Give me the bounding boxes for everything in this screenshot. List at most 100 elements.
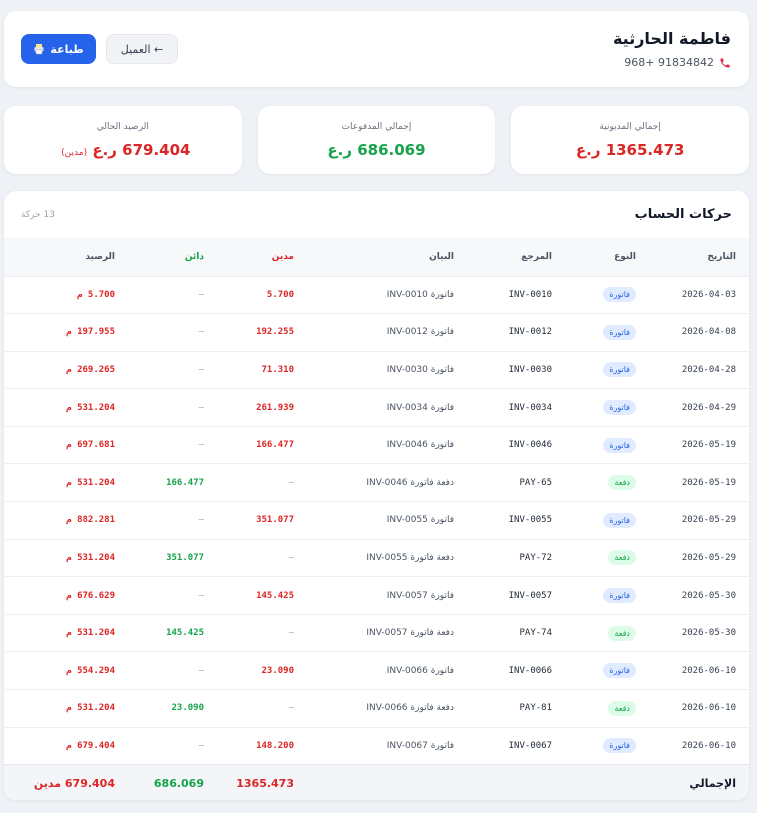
cell-credit: – (198, 327, 204, 338)
cell-type: فاتورة (560, 652, 644, 690)
payment-badge: دفعة (608, 550, 636, 566)
col-desc: البيان (429, 251, 454, 262)
cell-ref: PAY-74 (519, 628, 552, 639)
cell-type: فاتورة (560, 502, 644, 540)
cell-desc: فاتورة INV-0046 (386, 440, 454, 451)
cell-date: 2026-04-03 (681, 289, 736, 300)
stat-current-balance-label: الرصيد الحالي (96, 121, 149, 132)
stat-total-debt-value: 1365.473 ر.ع (575, 140, 685, 159)
cell-credit: 145.425 (166, 628, 204, 639)
cell-debit: 166.477 (256, 440, 294, 451)
phone-icon (719, 57, 731, 69)
cell-type: فاتورة (560, 314, 644, 352)
stat-total-debt-label: إجمالي المديونية (599, 121, 661, 132)
stat-total-debt: إجمالي المديونية 1365.473 ر.ع (511, 106, 749, 174)
cell-balance: 197.955 م (66, 327, 115, 338)
col-credit: دائن (184, 251, 204, 262)
cell-ref: PAY-81 (519, 703, 552, 714)
cell-date: 2026-05-30 (681, 628, 736, 639)
cell-desc: فاتورة INV-0034 (386, 402, 454, 413)
cell-debit: 261.939 (256, 402, 294, 413)
cell-type: دفعة (560, 690, 644, 728)
col-type: النوع (614, 251, 636, 262)
print-button[interactable]: طباعة (21, 34, 96, 64)
totals-credit: 686.069 (153, 777, 204, 791)
cell-credit: – (198, 665, 204, 676)
cell-credit: – (198, 740, 204, 751)
cell-desc: فاتورة INV-0066 (386, 665, 454, 676)
header-actions: طباعة ← العميل (21, 34, 178, 64)
cell-desc: فاتورة INV-0030 (386, 364, 454, 375)
table-row: 2026-04-03 فاتورة INV-0010 فاتورة INV-0010 5… (4, 276, 749, 314)
cell-credit: – (198, 515, 204, 526)
invoice-badge: فاتورة (603, 588, 636, 604)
cell-debit: 351.077 (256, 515, 294, 526)
cell-credit: – (198, 590, 204, 601)
cell-balance: 676.629 م (66, 590, 115, 601)
cell-date: 2026-05-19 (681, 440, 736, 451)
cell-desc: فاتورة INV-0055 (386, 515, 454, 526)
cell-date: 2026-06-10 (681, 703, 736, 714)
col-ref: المرجع (521, 251, 552, 262)
cell-date: 2026-05-29 (681, 515, 736, 526)
cell-ref: INV-0010 (508, 289, 552, 300)
table-row: 2026-05-30 فاتورة INV-0057 فاتورة INV-0057 1… (4, 576, 749, 615)
stat-current-balance: الرصيد الحالي 679.404 ر.ع (مدين) (3, 106, 242, 174)
cell-credit: 23.090 (171, 703, 204, 714)
cell-ref: PAY-72 (519, 552, 552, 563)
cell-ref: INV-0046 (508, 440, 552, 451)
cell-type: دفعة (560, 539, 644, 577)
cell-ref: INV-0034 (508, 402, 552, 413)
back-to-customer-button[interactable]: ← العميل (106, 34, 178, 64)
cell-debit: 192.255 (256, 327, 294, 338)
table-row: 2026-06-10 دفعة PAY-81 دفعة فاتورة INV-0066… (4, 689, 749, 728)
table-row: 2026-05-19 فاتورة INV-0046 فاتورة INV-0046 1… (4, 426, 749, 464)
stat-total-payments: إجمالي المدفوعات 686.069 ر.ع (257, 106, 496, 174)
cell-balance: 269.265 م (66, 364, 115, 375)
customer-header: فاطمة الحارثية 968+ 91834842 طباعة ← الع… (4, 11, 749, 87)
totals-empty-desc (302, 765, 462, 800)
stat-current-balance-note: (مدين) (61, 147, 88, 158)
cell-desc: فاتورة INV-0067 (386, 740, 454, 751)
phone-number: 968+ 91834842 (624, 56, 714, 69)
phone-row: 968+ 91834842 (624, 56, 731, 69)
cell-ref: INV-0030 (508, 364, 552, 375)
cell-ref: INV-0055 (508, 515, 552, 526)
cell-date: 2026-06-10 (681, 665, 736, 676)
print-label: طباعة (50, 42, 84, 56)
invoice-badge: فاتورة (603, 512, 636, 528)
cell-balance: 531.204 م (66, 402, 115, 413)
transactions-header: حركات الحساب 13 حركة (4, 191, 749, 238)
cell-type: دفعة (560, 464, 644, 502)
cell-balance: 531.204 م (66, 552, 115, 563)
cell-date: 2026-04-08 (681, 327, 736, 338)
cell-desc: دفعة فاتورة INV-0066 (366, 703, 454, 714)
totals-row: الإجمالي 1365.473 686.069 679.404 مدين (4, 764, 749, 800)
table-row: 2026-05-29 دفعة PAY-72 دفعة فاتورة INV-0055… (4, 539, 749, 577)
invoice-badge: فاتورة (603, 400, 636, 416)
cell-debit: 148.200 (256, 740, 294, 751)
cell-debit: 23.090 (261, 665, 294, 676)
table-row: 2026-04-29 فاتورة INV-0034 فاتورة INV-0034 2… (4, 388, 749, 427)
invoice-badge: فاتورة (603, 287, 636, 303)
table-row: 2026-05-19 دفعة PAY-65 دفعة فاتورة INV-0046… (4, 463, 749, 502)
col-date: التاريخ (707, 251, 736, 262)
cell-credit: 351.077 (166, 552, 204, 563)
invoice-badge: فاتورة (603, 663, 636, 679)
transactions-body: 2026-04-03 فاتورة INV-0010 فاتورة INV-0010 5… (4, 276, 749, 765)
cell-debit: – (288, 703, 294, 714)
cell-debit: – (288, 477, 294, 488)
cell-debit: 5.700 (266, 289, 294, 300)
transactions-table: التاريخ النوع المرجع البيان مدين دائن ال… (4, 238, 749, 800)
transactions-card: حركات الحساب 13 حركة التاريخ النوع المرج… (4, 191, 749, 800)
printer-icon (33, 43, 45, 55)
summary-stats: إجمالي المديونية 1365.473 ر.ع إجمالي الم… (3, 106, 749, 174)
invoice-badge: فاتورة (603, 738, 636, 754)
cell-date: 2026-04-29 (681, 402, 736, 413)
cell-balance: 531.204 م (66, 477, 115, 488)
cell-credit: – (198, 364, 204, 375)
col-debit: مدين (271, 251, 294, 262)
table-row: 2026-05-30 دفعة PAY-74 دفعة فاتورة INV-0057… (4, 614, 749, 652)
cell-balance: 697.681 م (66, 440, 115, 451)
stat-current-balance-value-wrap: 679.404 ر.ع (مدين) (55, 141, 190, 159)
